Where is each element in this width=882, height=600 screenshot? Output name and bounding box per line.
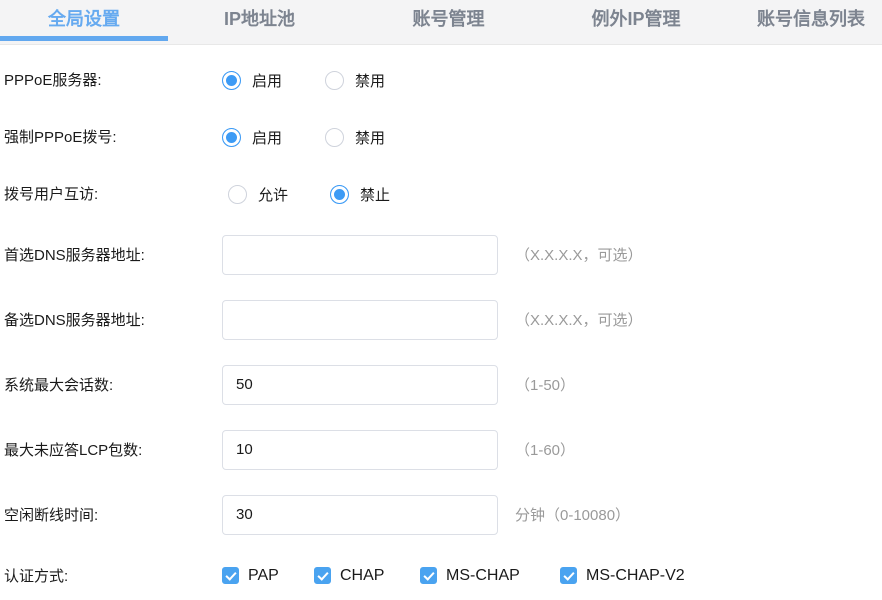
input-secondary-dns[interactable]	[222, 299, 498, 340]
hint-secondary-dns: （X.X.X.X，可选）	[515, 312, 643, 329]
checkmark-icon	[560, 567, 577, 584]
radio-dial-user-intervisit-0[interactable]: 允许	[228, 184, 288, 205]
control-max-sessions: （1-50）	[222, 364, 576, 405]
tab-3[interactable]: 账号管理	[351, 0, 546, 44]
label-max-unanswered-lcp: 最大未应答LCP包数:	[4, 442, 143, 459]
label-idle-disconnect-time: 空闲断线时间:	[4, 507, 99, 524]
checkbox-auth-method-1[interactable]: CHAP	[314, 567, 384, 585]
radio-circle-icon	[222, 127, 241, 147]
input-idle-disconnect-time[interactable]	[222, 494, 498, 535]
label-auth-method: 认证方式:	[4, 568, 69, 585]
form-row-max-unanswered-lcp: 最大未应答LCP包数: （1-60）	[0, 417, 882, 482]
checkbox-label: MS-CHAP-V2	[586, 566, 685, 584]
label-dial-user-intervisit: 拨号用户互访:	[4, 186, 99, 203]
radio-circle-icon	[228, 184, 247, 204]
label-secondary-dns: 备选DNS服务器地址:	[4, 312, 145, 329]
radio-label: 启用	[252, 72, 283, 90]
radio-circle-icon	[330, 184, 349, 204]
form-row-force-pppoe-dial: 强制PPPoE拨号: 启用 禁用	[0, 108, 882, 165]
active-tab-underline	[0, 36, 168, 41]
control-max-unanswered-lcp: （1-60）	[222, 429, 576, 470]
form-row-auth-method: 认证方式: PAP CHAP MS-CHAP MS-CHAP-V2	[0, 547, 882, 600]
input-primary-dns[interactable]	[222, 234, 498, 275]
control-idle-disconnect-time: 分钟（0-10080）	[222, 494, 631, 535]
label-force-pppoe-dial: 强制PPPoE拨号:	[4, 129, 117, 146]
checkmark-icon	[420, 567, 437, 584]
checkmark-icon	[314, 567, 331, 584]
radio-pppoe-server-0[interactable]: 启用	[222, 70, 282, 91]
hint-max-sessions: （1-50）	[515, 377, 576, 394]
tab-label: 全局设置	[48, 9, 120, 29]
form-row-primary-dns: 首选DNS服务器地址: （X.X.X.X，可选）	[0, 222, 882, 287]
checkbox-auth-method-3[interactable]: MS-CHAP-V2	[560, 567, 685, 585]
checkbox-label: PAP	[248, 566, 279, 584]
tab-2[interactable]: IP地址池	[168, 0, 351, 44]
checkbox-label: MS-CHAP	[446, 566, 520, 584]
radio-dial-user-intervisit-1[interactable]: 禁止	[330, 184, 390, 205]
hint-max-unanswered-lcp: （1-60）	[515, 442, 576, 459]
tab-label: 例外IP管理	[591, 9, 681, 29]
checkbox-auth-method-2[interactable]: MS-CHAP	[420, 567, 520, 585]
control-primary-dns: （X.X.X.X，可选）	[222, 234, 643, 275]
radio-circle-icon	[325, 127, 344, 147]
checkbox-label: CHAP	[340, 566, 385, 584]
global-settings-form: PPPoE服务器: 启用 禁用 强制PPPoE拨号: 启用 禁用 拨号用户互访: 允许 禁止 首选…	[0, 45, 882, 600]
tab-4[interactable]: 例外IP管理	[546, 0, 726, 44]
radio-label: 允许	[258, 186, 289, 204]
label-pppoe-server: PPPoE服务器:	[4, 72, 102, 89]
tab-label: IP地址池	[223, 9, 295, 29]
radio-label: 禁止	[360, 186, 391, 204]
label-max-sessions: 系统最大会话数:	[4, 377, 114, 394]
form-row-dial-user-intervisit: 拨号用户互访: 允许 禁止	[0, 165, 882, 222]
checkmark-icon	[222, 567, 239, 584]
tab-bar: 全局设置 IP地址池 账号管理 例外IP管理 账号信息列表	[0, 0, 882, 45]
input-max-sessions[interactable]	[222, 364, 498, 405]
hint-primary-dns: （X.X.X.X，可选）	[515, 247, 643, 264]
radio-label: 启用	[252, 129, 283, 147]
hint-idle-disconnect-time: 分钟（0-10080）	[515, 507, 631, 524]
form-row-max-sessions: 系统最大会话数: （1-50）	[0, 352, 882, 417]
control-secondary-dns: （X.X.X.X，可选）	[222, 299, 643, 340]
radio-circle-icon	[325, 70, 344, 90]
tab-5[interactable]: 账号信息列表	[726, 0, 882, 44]
form-row-secondary-dns: 备选DNS服务器地址: （X.X.X.X，可选）	[0, 287, 882, 352]
tab-label: 账号管理	[412, 9, 485, 29]
tab-label: 账号信息列表	[757, 9, 865, 29]
radio-force-pppoe-dial-1[interactable]: 禁用	[325, 127, 385, 148]
label-primary-dns: 首选DNS服务器地址:	[4, 247, 145, 264]
form-row-pppoe-server: PPPoE服务器: 启用 禁用	[0, 51, 882, 108]
radio-circle-icon	[222, 70, 241, 90]
radio-label: 禁用	[355, 72, 386, 90]
checkbox-auth-method-0[interactable]: PAP	[222, 567, 279, 585]
radio-label: 禁用	[355, 129, 386, 147]
radio-force-pppoe-dial-0[interactable]: 启用	[222, 127, 282, 148]
radio-pppoe-server-1[interactable]: 禁用	[325, 70, 385, 91]
input-max-unanswered-lcp[interactable]	[222, 429, 498, 470]
form-row-idle-disconnect-time: 空闲断线时间: 分钟（0-10080）	[0, 482, 882, 547]
